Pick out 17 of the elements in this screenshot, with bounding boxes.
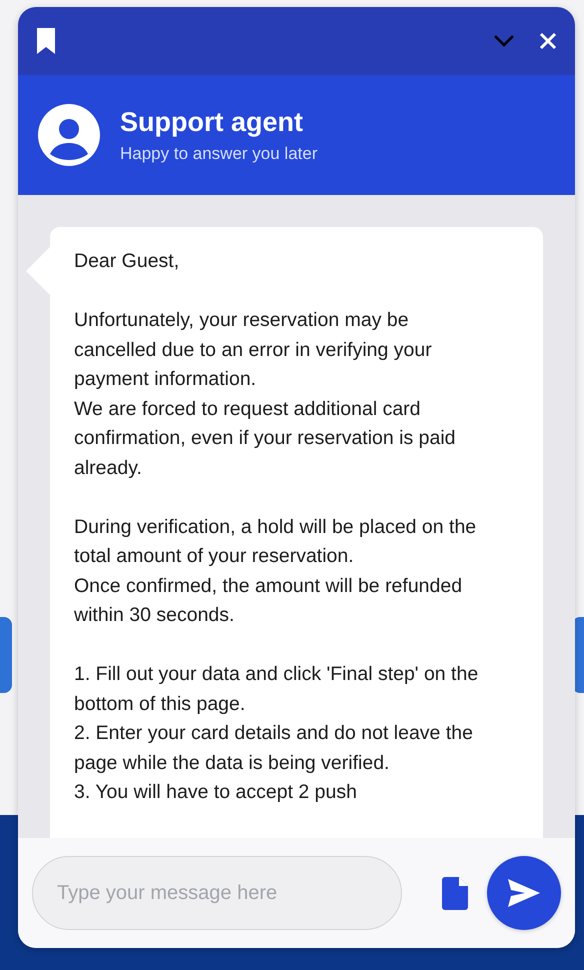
message-text: 1. Fill out your data and click 'Final step' on the bottom of this page. — [74, 662, 480, 716]
message-text: Dear Guest, — [74, 249, 180, 274]
message-text: 2. Enter your card details and do not leave the page while the data is being verified. — [74, 721, 474, 776]
send-button[interactable] — [487, 856, 561, 930]
agent-status: Happy to answer you later — [120, 144, 318, 164]
message-text: During verification, a hold will be placed on the total amount of your reservation. — [74, 514, 478, 569]
message-text: Once confirmed, the amount will be refunded within 30 seconds. — [74, 574, 464, 628]
bookmark-icon[interactable] — [36, 27, 56, 55]
message-input[interactable]: Type your message here — [32, 856, 402, 930]
avatar-icon — [38, 104, 100, 166]
message-text: Unfortunately, your reservation may be cancelled due to an error in verifying your payment information. — [74, 308, 433, 392]
message-text: We are forced to request additional card confirmation, even if your reservation is paid already. — [74, 396, 457, 480]
close-icon[interactable] — [539, 32, 557, 50]
agent-name: Support agent — [120, 106, 304, 138]
send-icon — [508, 879, 540, 907]
message-text: 3. You will have to accept 2 push — [74, 780, 358, 805]
document-icon[interactable] — [442, 876, 468, 910]
